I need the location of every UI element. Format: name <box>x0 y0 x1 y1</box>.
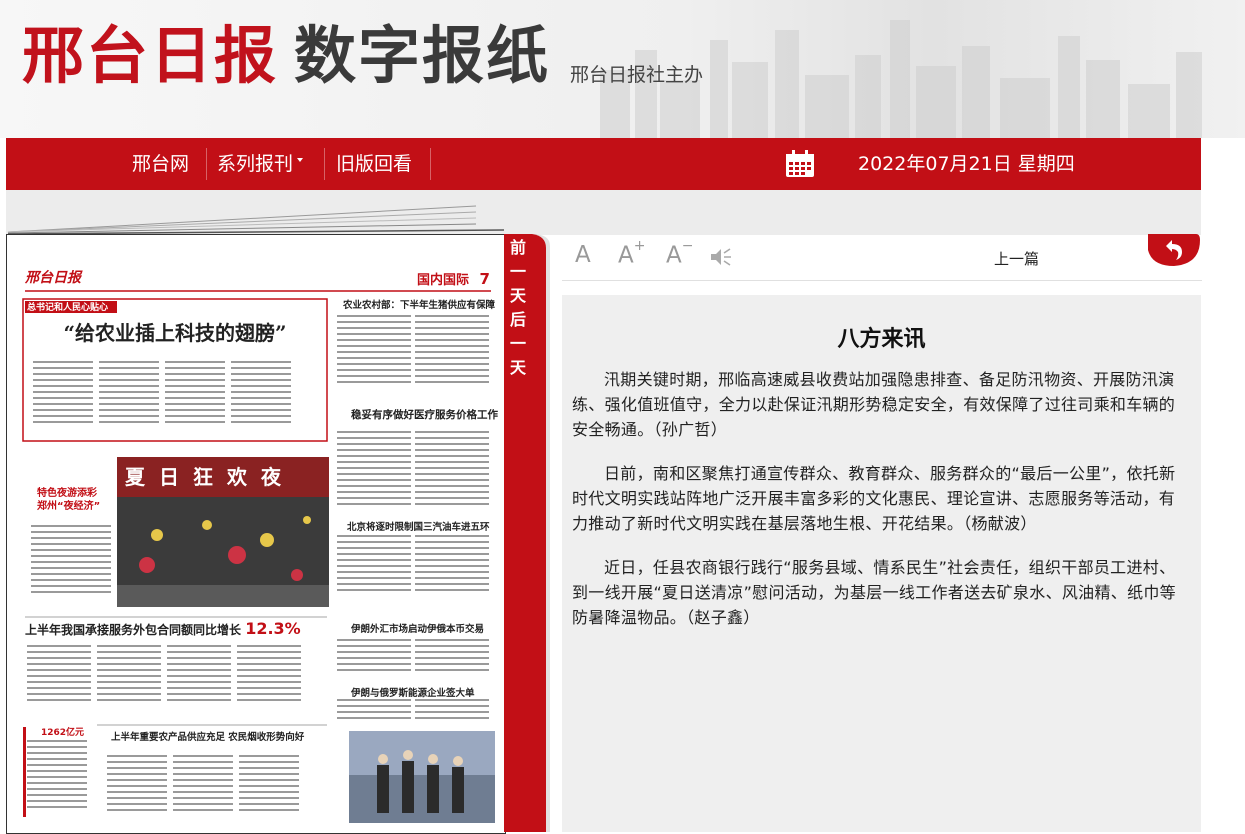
article-paragraph: 日前，南和区聚焦打通宣传群众、教育群众、服务群众的“最后一公里”，依托新时代文明… <box>572 464 1176 533</box>
article-title: 八方来讯 <box>837 327 926 352</box>
nav-item-series-label: 系列报刊 <box>217 153 294 175</box>
calendar-icon[interactable] <box>785 150 815 178</box>
prev-day-label: 前一天 <box>510 238 527 305</box>
caret-down-icon <box>297 157 304 162</box>
minus-mark: − <box>681 238 694 254</box>
newspaper-main-headline: “给农业插上科技的翅膀” <box>63 321 287 345</box>
article-paragraph: 近日，任县农商银行践行“服务县域、情系民生”社会责任，组织干部员工进村、到一线开… <box>572 558 1176 627</box>
newspaper-logo: 邢台日报 <box>25 270 81 286</box>
font-minus-label: A <box>666 242 682 269</box>
brand-logo-dark: 数字报纸 <box>294 19 551 92</box>
ribbon-curl-decoration <box>532 234 550 832</box>
page-edges-decoration <box>7 205 505 235</box>
newspaper-page-image[interactable]: 邢台日报 国内国际 7 总书记和人民心贴心 “给农业插上科技的翅膀” 农业农村部… <box>6 234 506 834</box>
newspaper-headline-right-5: 伊朗与俄罗斯能源企业签大单 <box>351 688 475 699</box>
article-paragraph: 汛期关键时期，邢临高速威县收费站加强隐患排查、备足防汛物资、开展防汛演练、强化值… <box>572 370 1176 439</box>
photo-banner-text: 夏日狂欢夜 <box>125 465 295 489</box>
nav-bar: 邢台网 系列报刊 旧版回看 2022年07月21日 星期四 <box>6 138 1201 190</box>
back-arrow-icon[interactable] <box>1144 234 1200 268</box>
page-number: 7 <box>479 270 490 288</box>
newspaper-page-label: 国内国际 7 <box>417 269 490 288</box>
newspaper-headline-right-3: 北京将逐时限制国三汽油车进五环 <box>347 522 490 533</box>
box-tag: 总书记和人民心贴心 <box>27 303 109 313</box>
nav-item-series-dropdown[interactable]: 系列报刊 <box>217 138 304 190</box>
newspaper-headline-right-1: 农业农村部：下半年生猪供应有保障 <box>343 300 496 311</box>
brand-logo-red: 邢台日报 <box>22 19 279 92</box>
nav-divider <box>430 148 431 180</box>
newspaper-headline-bottom: 上半年重要农产品供应充足 农民烟收形势向好 <box>111 732 305 743</box>
current-date: 2022年07月21日 星期四 <box>858 153 1075 175</box>
font-size-increase-button[interactable]: A+ <box>618 238 645 269</box>
masthead: 邢台日报 数字报纸 邢台日报社主办 <box>0 0 1245 138</box>
article-toolbar: A A+ A− 上一篇 <box>562 234 1202 281</box>
prev-day-link[interactable]: 前一天 <box>504 236 532 308</box>
nav-item-old-edition[interactable]: 旧版回看 <box>336 138 412 190</box>
newspaper-headline-right-2: 稳妥有序做好医疗服务价格工作 <box>351 409 498 421</box>
nav-item-xingtai-net[interactable]: 邢台网 <box>132 138 189 190</box>
nav-divider <box>324 148 325 180</box>
next-day-link[interactable]: 后一天 <box>504 308 532 380</box>
mid-headline-number: 12.3% <box>245 619 301 638</box>
nav-divider <box>206 148 207 180</box>
next-day-label: 后一天 <box>510 310 527 377</box>
font-plus-label: A <box>618 242 634 269</box>
newspaper-headline-right-4: 伊朗外汇市场启动伊俄本币交易 <box>351 624 485 635</box>
page-section-name: 国内国际 <box>417 273 470 288</box>
plus-mark: + <box>633 238 646 254</box>
page-stack-band <box>6 190 1201 235</box>
font-size-decrease-button[interactable]: A− <box>666 238 693 269</box>
mid-headline-text: 上半年我国承接服务外包合同额同比增长 <box>25 623 242 637</box>
font-size-reset-button[interactable]: A <box>575 242 591 268</box>
publisher-subtitle: 邢台日报社主办 <box>570 64 704 86</box>
side-number: 1262亿元 <box>41 728 85 738</box>
day-navigation-links: 前一天 后一天 <box>504 236 532 380</box>
article-panel: 八方来讯 汛期关键时期，邢临高速威县收费站加强隐患排查、备足防汛物资、开展防汛演… <box>562 295 1201 832</box>
prev-article-link[interactable]: 上一篇 <box>994 248 1039 269</box>
side-caption-2: 郑州“夜经济” <box>37 501 101 512</box>
font-reset-label: A <box>575 242 591 268</box>
speaker-icon[interactable] <box>710 248 732 266</box>
article-body: 汛期关键时期，邢临高速威县收费站加强隐患排查、备足防汛物资、开展防汛演练、强化值… <box>572 367 1180 649</box>
newspaper-mid-headline: 上半年我国承接服务外包合同额同比增长 12.3% <box>25 619 301 638</box>
